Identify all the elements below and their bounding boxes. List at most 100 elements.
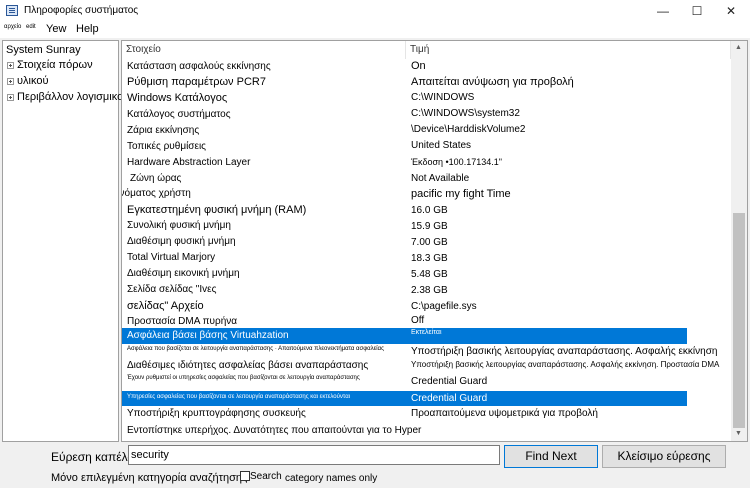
menu-help[interactable]: Help bbox=[76, 23, 99, 35]
table-row[interactable]: Προστασία DMA πυρήνα Off bbox=[122, 315, 687, 329]
row-value: 16.0 GB bbox=[411, 205, 448, 216]
row-value: C:\WINDOWS bbox=[411, 92, 475, 103]
table-row[interactable]: Κατάλογος συστήματος C:\WINDOWS\system32 bbox=[122, 107, 687, 123]
row-value: Εκτελείται bbox=[411, 329, 442, 336]
table-row[interactable]: Total Virtual Marjory 18.3 GB bbox=[122, 251, 687, 267]
row-value: C:\pagefile.sys bbox=[411, 301, 477, 312]
row-item: Hardware Abstraction Layer bbox=[127, 157, 251, 168]
table-row[interactable]: Windows Κατάλογος C:\WINDOWS bbox=[122, 91, 687, 107]
row-value: Απαιτείται ανύψωση για προβολή bbox=[411, 76, 574, 88]
row-item: Εντοπίστηκε υπερήχος. Δυνατότητες που απ… bbox=[127, 425, 422, 436]
menu-edit[interactable]: edit bbox=[26, 24, 36, 30]
row-item: Τοπικές ρυθμίσεις bbox=[127, 141, 206, 152]
row-value: Έκδοση •100.17134.1" bbox=[411, 157, 502, 167]
table-row[interactable]: Εντοπίστηκε υπερήχος. Δυνατότητες που απ… bbox=[122, 422, 687, 438]
table-row[interactable]: Ζώνη ώρας Not Available bbox=[122, 171, 687, 187]
row-item: Υποστήριξη κρυπτογράφησης συσκευής bbox=[127, 408, 306, 419]
details-list[interactable]: Στοιχείο Τιμή Κατάσταση ασφαλούς εκκίνησ… bbox=[121, 40, 748, 442]
tree-root-system-summary[interactable]: System Sunray bbox=[6, 44, 81, 56]
search-selected-category-label: Μόνο επιλεγμένη κατηγορία αναζήτησης bbox=[51, 472, 248, 484]
table-row[interactable]: Ασφάλεια που βασίζεται σε λειτουργία ανα… bbox=[122, 344, 717, 359]
tree-item-hardware-resources[interactable]: Στοιχεία πόρων bbox=[7, 59, 93, 71]
table-row[interactable]: Κατάσταση ασφαλούς εκκίνησης On bbox=[122, 59, 687, 75]
row-value: Credential Guard bbox=[411, 393, 488, 404]
row-value: Credential Guard bbox=[411, 376, 488, 387]
table-row[interactable]: Τοπικές ρυθμίσεις United States bbox=[122, 139, 687, 155]
row-value: 5.48 GB bbox=[411, 269, 448, 280]
row-item: Total Virtual Marjory bbox=[127, 252, 216, 263]
minimize-button[interactable]: — bbox=[646, 0, 680, 22]
row-value: United States bbox=[411, 140, 472, 151]
row-item: Ασφάλεια βάσει βάσης Virtuahzation bbox=[127, 330, 289, 341]
column-header-value[interactable]: Τιμή bbox=[406, 41, 731, 59]
row-item: Σελίδα σελίδας "Ivες bbox=[127, 284, 217, 295]
table-row-selected[interactable]: Υπηρεσίες ασφαλείας που βασίζονται σε λε… bbox=[122, 391, 687, 406]
row-value: 2.38 GB bbox=[411, 285, 448, 296]
maximize-button[interactable]: ☐ bbox=[680, 0, 714, 22]
expand-icon[interactable] bbox=[7, 61, 14, 69]
find-next-button[interactable]: Find Next bbox=[504, 445, 598, 468]
row-value: Υποστήριξη βασικής λειτουργίας αναπαράστ… bbox=[411, 360, 720, 369]
table-row[interactable]: Συνολική φυσική μνήμη 15.9 GB bbox=[122, 219, 687, 235]
search-category-names-checkbox[interactable] bbox=[240, 471, 250, 481]
category-tree[interactable]: System Sunray Στοιχεία πόρων υλικού Περι… bbox=[2, 40, 129, 442]
tree-item-software-environment[interactable]: Περιβάλλον λογισμικού bbox=[7, 91, 129, 103]
search-label: Search bbox=[250, 471, 282, 482]
table-row[interactable]: Hardware Abstraction Layer Έκδοση •100.1… bbox=[122, 155, 687, 171]
table-row[interactable]: Σελίδα σελίδας "Ivες 2.38 GB bbox=[122, 283, 687, 299]
close-button[interactable]: ✕ bbox=[714, 0, 748, 22]
row-value: Υποστήριξη βασικής λειτουργίας αναπαράστ… bbox=[411, 346, 718, 357]
scroll-down-icon[interactable]: ▼ bbox=[735, 430, 742, 437]
row-item: Εγκατεστημένη φυσική μνήμη (RAM) bbox=[127, 204, 307, 216]
row-item: Ασφάλεια που βασίζεται σε λειτουργία ανα… bbox=[127, 346, 384, 352]
row-item: Έχουν ρυθμιστεί οι υπηρεσίες ασφαλείας π… bbox=[127, 375, 360, 381]
row-value: pacific my fight Time bbox=[411, 188, 511, 200]
menu-view[interactable]: Yew bbox=[46, 23, 66, 35]
system-info-app-icon bbox=[6, 5, 18, 16]
title-bar: Πληροφορίες συστήματος — ☐ ✕ bbox=[0, 0, 750, 22]
table-row[interactable]: σελίδας" Αρχείο C:\pagefile.sys bbox=[122, 299, 687, 315]
row-item: Ζάρια εκκίνησης bbox=[127, 125, 200, 136]
tree-item-label: Περιβάλλον λογισμικού bbox=[17, 91, 130, 103]
window-title: Πληροφορίες συστήματος bbox=[24, 5, 139, 16]
table-row[interactable]: ονόματος χρήστη pacific my fight Time bbox=[122, 187, 687, 203]
table-row[interactable]: Ζάρια εκκίνησης \Device\HarddiskVolume2 bbox=[122, 123, 687, 139]
row-value: Off bbox=[411, 315, 425, 326]
expand-icon[interactable] bbox=[7, 93, 14, 101]
row-item: Ρύθμιση παραμέτρων PCR7 bbox=[127, 76, 266, 88]
category-names-only-label: category names only bbox=[285, 473, 378, 484]
row-value: 18.3 GB bbox=[411, 253, 448, 264]
tree-item-label: Στοιχεία πόρων bbox=[17, 59, 93, 71]
tree-item-components[interactable]: υλικού bbox=[7, 75, 48, 87]
row-value: Not Available bbox=[411, 173, 470, 184]
table-row[interactable]: Ρύθμιση παραμέτρων PCR7 Απαιτείται ανύψω… bbox=[122, 75, 687, 91]
vertical-scrollbar[interactable]: ▲ ▼ bbox=[731, 41, 747, 441]
scrollbar-thumb[interactable] bbox=[733, 213, 745, 428]
menu-file[interactable]: αρχείο bbox=[4, 24, 21, 30]
row-item: Συνολική φυσική μνήμη bbox=[127, 220, 231, 231]
find-input[interactable] bbox=[128, 445, 500, 465]
row-value: 7.00 GB bbox=[411, 237, 448, 248]
row-item: σελίδας" Αρχείο bbox=[127, 300, 204, 312]
column-header-item[interactable]: Στοιχείο bbox=[122, 41, 406, 59]
table-row[interactable]: Έχουν ρυθμιστεί οι υπηρεσίες ασφαλείας π… bbox=[122, 373, 687, 389]
table-row[interactable]: Διαθέσιμες ιδιότητες ασφαλείας βάσει ανα… bbox=[122, 359, 719, 373]
scroll-up-icon[interactable]: ▲ bbox=[735, 44, 742, 51]
row-item: Κατάσταση ασφαλούς εκκίνησης bbox=[127, 61, 271, 72]
row-item: Διαθέσιμη εικονική μνήμη bbox=[127, 268, 240, 279]
menu-bar: αρχείο edit Yew Help bbox=[0, 22, 750, 38]
row-item: Υπηρεσίες ασφαλείας που βασίζονται σε λε… bbox=[127, 394, 350, 400]
row-item: Ζώνη ώρας bbox=[130, 173, 182, 184]
table-row-selected[interactable]: Ασφάλεια βάσει βάσης Virtuahzation Εκτελ… bbox=[122, 328, 687, 344]
table-row[interactable]: Υποστήριξη κρυπτογράφησης συσκευής Προαπ… bbox=[122, 406, 687, 422]
row-item: Προστασία DMA πυρήνα bbox=[127, 316, 238, 327]
row-value: C:\WINDOWS\system32 bbox=[411, 108, 520, 119]
expand-icon[interactable] bbox=[7, 77, 14, 85]
table-row[interactable]: Διαθέσιμη φυσική μνήμη 7.00 GB bbox=[122, 235, 687, 251]
row-item: Windows Κατάλογος bbox=[127, 92, 228, 104]
close-find-button[interactable]: Κλείσιμο εύρεσης bbox=[602, 445, 726, 468]
row-value: 15.9 GB bbox=[411, 221, 448, 232]
row-item: Διαθέσιμη φυσική μνήμη bbox=[127, 236, 236, 247]
table-row[interactable]: Διαθέσιμη εικονική μνήμη 5.48 GB bbox=[122, 267, 687, 283]
table-row[interactable]: Εγκατεστημένη φυσική μνήμη (RAM) 16.0 GB bbox=[122, 203, 687, 219]
